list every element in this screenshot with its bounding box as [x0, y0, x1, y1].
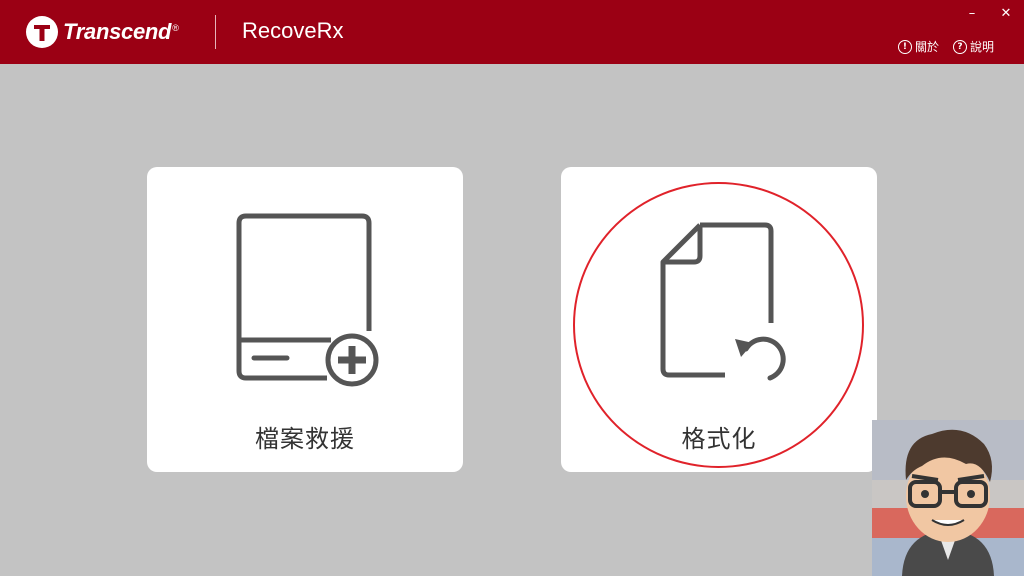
- minimize-button[interactable]: –: [962, 4, 982, 24]
- close-button[interactable]: ✕: [996, 4, 1016, 24]
- help-link[interactable]: ? 說明: [952, 38, 994, 55]
- title-bar: Transcend® RecoveRx – ✕ ! 關於 ? 說明: [0, 0, 1024, 64]
- title-divider: [215, 15, 216, 49]
- about-link[interactable]: ! 關於: [897, 38, 939, 55]
- question-circle-icon: ?: [952, 39, 967, 54]
- format-label: 格式化: [681, 425, 757, 453]
- transcend-logo-mark-icon: [26, 16, 58, 48]
- file-recovery-label: 檔案救援: [255, 425, 355, 453]
- mascot-avatar: [872, 420, 1024, 576]
- info-circle-icon: !: [897, 39, 912, 54]
- format-card[interactable]: 格式化: [561, 167, 877, 472]
- help-label: 說明: [969, 40, 994, 54]
- brand-name: Transcend®: [63, 19, 179, 44]
- drive-plus-icon: [235, 213, 385, 397]
- file-recovery-card[interactable]: 檔案救援: [147, 167, 463, 472]
- app-title: RecoveRx: [242, 18, 344, 43]
- transcend-logo: Transcend®: [26, 16, 179, 48]
- header-links: ! 關於 ? 說明: [897, 38, 994, 55]
- document-undo-icon: [655, 219, 795, 398]
- about-label: 關於: [914, 40, 939, 54]
- brand-registered-mark: ®: [172, 22, 179, 33]
